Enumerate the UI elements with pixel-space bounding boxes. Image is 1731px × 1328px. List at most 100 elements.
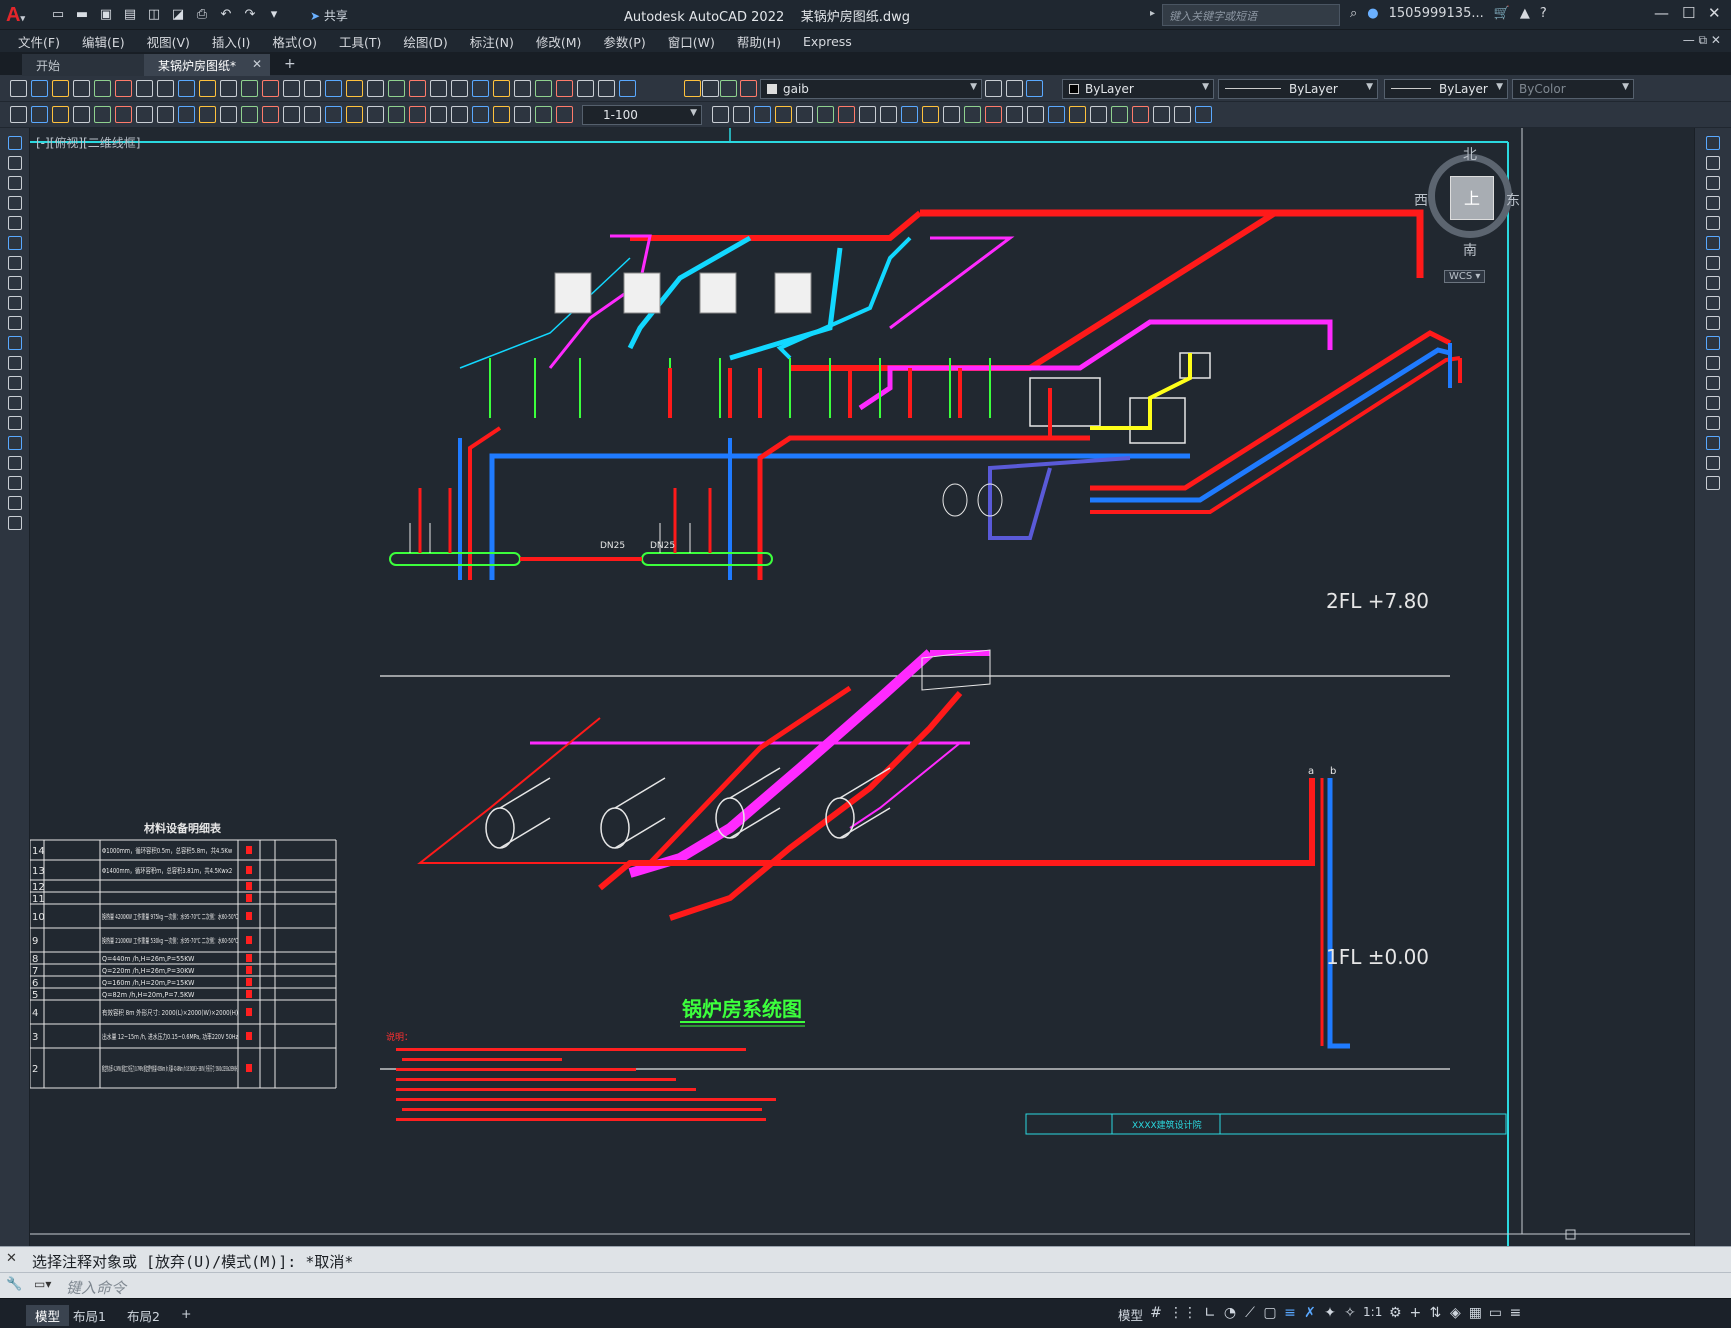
menu-draw[interactable]: 绘图(D)	[393, 32, 459, 51]
draw-tool-icon[interactable]	[8, 236, 22, 250]
linetype-dropdown[interactable]: ByLayer ▼	[1218, 79, 1378, 99]
standard-tool-icon[interactable]	[52, 80, 69, 97]
standard-tool-icon[interactable]	[283, 80, 300, 97]
customize-qat-icon[interactable]: ▾	[264, 4, 284, 24]
command-input[interactable]: 键入命令	[66, 1277, 126, 1298]
draw-modify-tool-icon[interactable]	[1048, 106, 1065, 123]
draw-tool-icon[interactable]	[8, 216, 22, 230]
draw-modify-tool-icon[interactable]	[367, 106, 384, 123]
search-icon[interactable]: ⌕	[1350, 6, 1357, 21]
draw-modify-tool-icon[interactable]	[178, 106, 195, 123]
modify-tool-icon[interactable]	[1706, 396, 1720, 410]
draw-modify-tool-icon[interactable]	[31, 106, 48, 123]
dimstyle-dropdown[interactable]: 1-100 ▼	[582, 105, 702, 125]
menu-edit[interactable]: 编辑(E)	[72, 32, 137, 51]
modify-tool-icon[interactable]	[1706, 476, 1720, 490]
doc-window-controls[interactable]: — ⧉ ✕	[1683, 33, 1721, 48]
draw-modify-tool-icon[interactable]	[1027, 106, 1044, 123]
standard-tool-icon[interactable]	[157, 80, 174, 97]
compass-west-label[interactable]: 西	[1414, 190, 1428, 210]
grid-icon[interactable]: #	[1149, 1305, 1163, 1324]
draw-modify-tool-icon[interactable]	[241, 106, 258, 123]
draw-modify-tool-icon[interactable]	[10, 106, 27, 123]
standard-tool-icon[interactable]	[304, 80, 321, 97]
viewcube-top-face[interactable]: 上	[1450, 176, 1494, 220]
draw-tool-icon[interactable]	[8, 176, 22, 190]
standard-tool-icon[interactable]	[514, 80, 531, 97]
compass-east-label[interactable]: 东	[1506, 190, 1520, 210]
draw-modify-tool-icon[interactable]	[733, 106, 750, 123]
menu-format[interactable]: 格式(O)	[262, 32, 329, 51]
draw-modify-tool-icon[interactable]	[712, 106, 729, 123]
standard-tool-icon[interactable]	[388, 80, 405, 97]
draw-modify-tool-icon[interactable]	[1090, 106, 1107, 123]
modify-tool-icon[interactable]	[1706, 276, 1720, 290]
color-dropdown[interactable]: ByLayer ▼	[1062, 79, 1214, 99]
draw-tool-icon[interactable]	[8, 356, 22, 370]
menu-insert[interactable]: 插入(I)	[202, 32, 262, 51]
add-layout-icon[interactable]: +	[172, 1305, 200, 1322]
standard-tool-icon[interactable]	[262, 80, 279, 97]
standard-tool-icon[interactable]	[346, 80, 363, 97]
close-command-icon[interactable]: ✕	[6, 1251, 17, 1266]
recent-commands-icon[interactable]: ▭▾	[34, 1277, 51, 1291]
standard-tool-icon[interactable]	[325, 80, 342, 97]
standard-tool-icon[interactable]	[10, 80, 27, 97]
standard-tool-icon[interactable]	[472, 80, 489, 97]
standard-tool-icon[interactable]	[1006, 80, 1023, 97]
modify-tool-icon[interactable]	[1706, 356, 1720, 370]
draw-modify-tool-icon[interactable]	[136, 106, 153, 123]
osnap-icon[interactable]: ▢	[1263, 1305, 1277, 1324]
isodraft-icon[interactable]: ⟋	[1243, 1305, 1257, 1324]
layout-tab-1[interactable]: 布局1	[64, 1305, 115, 1326]
standard-tool-icon[interactable]	[241, 80, 258, 97]
snap-icon[interactable]: ⋮⋮	[1169, 1305, 1197, 1324]
standard-tool-icon[interactable]	[367, 80, 384, 97]
menu-tools[interactable]: 工具(T)	[329, 32, 393, 51]
auto-scale-icon[interactable]: ✧	[1343, 1305, 1357, 1324]
draw-modify-tool-icon[interactable]	[1153, 106, 1170, 123]
polar-icon[interactable]: ◔	[1223, 1305, 1237, 1324]
draw-tool-icon[interactable]	[8, 336, 22, 350]
draw-modify-tool-icon[interactable]	[1069, 106, 1086, 123]
draw-modify-tool-icon[interactable]	[514, 106, 531, 123]
standard-tool-icon[interactable]	[199, 80, 216, 97]
annotation-scale[interactable]: 1:1	[1363, 1305, 1382, 1324]
standard-tool-icon[interactable]	[430, 80, 447, 97]
standard-tool-icon[interactable]	[619, 80, 636, 97]
draw-modify-tool-icon[interactable]	[52, 106, 69, 123]
draw-tool-icon[interactable]	[8, 416, 22, 430]
standard-tool-icon[interactable]	[535, 80, 552, 97]
cart-icon[interactable]: 🛒	[1494, 6, 1510, 21]
ortho-icon[interactable]: ∟	[1203, 1305, 1217, 1324]
draw-modify-tool-icon[interactable]	[964, 106, 981, 123]
autodesk-app-icon[interactable]: ▲	[1520, 6, 1530, 21]
draw-modify-tool-icon[interactable]	[1195, 106, 1212, 123]
plus-icon[interactable]: +	[1408, 1305, 1422, 1324]
customization-icon[interactable]: ≡	[1508, 1305, 1522, 1324]
draw-tool-icon[interactable]	[8, 316, 22, 330]
close-tab-icon[interactable]: ✕	[252, 57, 262, 71]
search-input[interactable]: 键入关键字或短语	[1162, 4, 1340, 26]
lineweight-icon[interactable]: ≡	[1283, 1305, 1297, 1324]
draw-tool-icon[interactable]	[8, 256, 22, 270]
draw-modify-tool-icon[interactable]	[556, 106, 573, 123]
workspace-gear-icon[interactable]: ⚙	[1388, 1305, 1402, 1324]
undo-icon[interactable]: ↶	[216, 4, 236, 24]
plotstyle-dropdown[interactable]: ByColor ▼	[1512, 79, 1634, 99]
modify-tool-icon[interactable]	[1706, 296, 1720, 310]
drawing-canvas[interactable]: DN25 DN25 2FL +7.80 1FL ±0.00 a b 锅炉房系统图…	[30, 128, 1694, 1246]
compass-south-label[interactable]: 南	[1463, 240, 1477, 260]
menu-window[interactable]: 窗口(W)	[658, 32, 727, 51]
clean-screen-icon[interactable]: ▭	[1488, 1305, 1502, 1324]
menu-help[interactable]: 帮助(H)	[727, 32, 793, 51]
draw-modify-tool-icon[interactable]	[1174, 106, 1191, 123]
standard-tool-icon[interactable]	[94, 80, 111, 97]
draw-modify-tool-icon[interactable]	[388, 106, 405, 123]
annotation-visibility-icon[interactable]: ✦	[1323, 1305, 1337, 1324]
viewcube[interactable]: 上 北 南 东 西 WCS ▾	[1410, 142, 1520, 283]
draw-modify-tool-icon[interactable]	[430, 106, 447, 123]
draw-modify-tool-icon[interactable]	[304, 106, 321, 123]
close-button[interactable]: ✕	[1708, 4, 1721, 22]
standard-tool-icon[interactable]	[985, 80, 1002, 97]
